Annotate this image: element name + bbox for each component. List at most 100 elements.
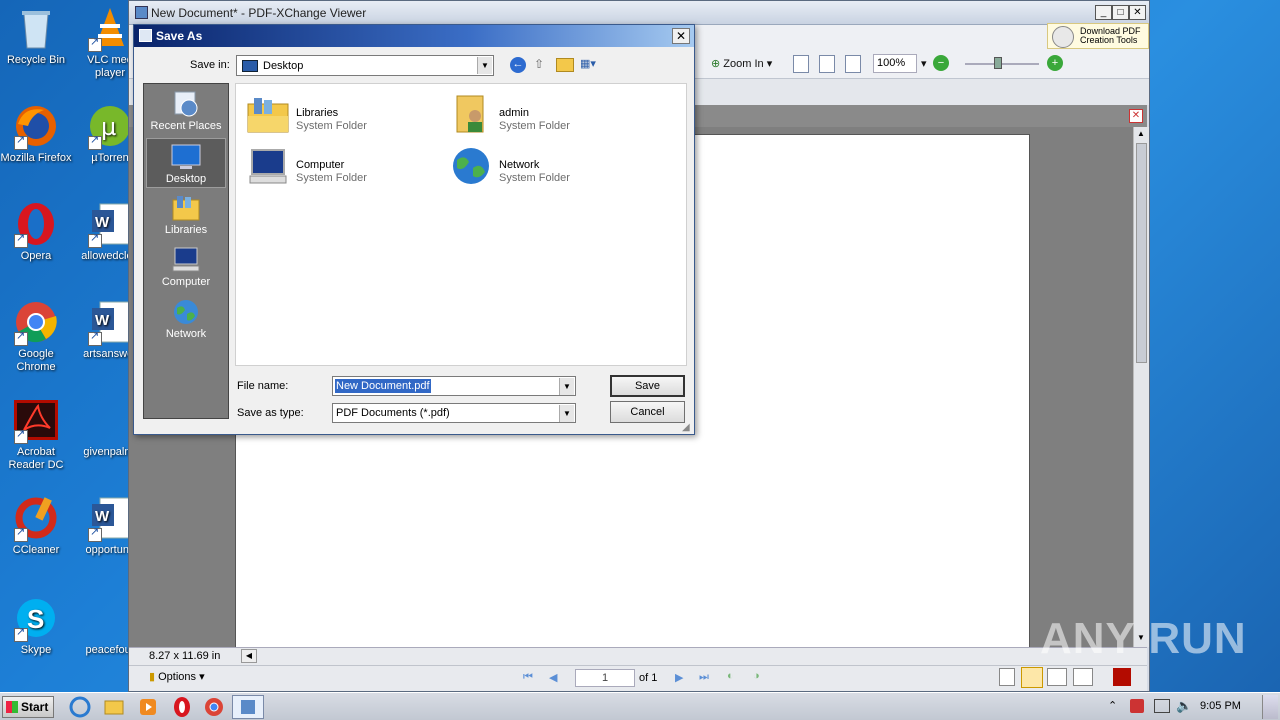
- desktop-icon-recycle-bin[interactable]: Recycle Bin: [0, 6, 72, 67]
- tray-expand-icon[interactable]: ⌃: [1108, 699, 1117, 712]
- maximize-button[interactable]: □: [1112, 5, 1129, 20]
- first-page-icon[interactable]: ⏮: [523, 671, 533, 684]
- tray-volume-icon[interactable]: 🔈: [1176, 698, 1192, 714]
- recent-places-icon: [171, 90, 201, 118]
- up-one-level-icon[interactable]: ⇧: [534, 57, 550, 73]
- word-document-icon: W: [88, 300, 132, 346]
- recycle-bin-icon: [14, 6, 58, 50]
- place-computer[interactable]: Computer: [146, 242, 226, 292]
- single-page-view-icon[interactable]: [999, 668, 1015, 686]
- forward-view-icon[interactable]: ◑: [753, 670, 760, 682]
- blank-file-icon: [88, 398, 132, 442]
- file-item-libraries[interactable]: Libraries System Folder: [240, 90, 420, 136]
- previous-page-icon[interactable]: ◀: [549, 671, 557, 684]
- zoom-slider-thumb[interactable]: [994, 57, 1002, 69]
- skype-icon: S: [14, 596, 58, 642]
- minimize-button[interactable]: _: [1095, 5, 1112, 20]
- network-globe-icon: [449, 146, 493, 186]
- user-folder-icon: [449, 94, 493, 134]
- save-as-type-dropdown[interactable]: PDF Documents (*.pdf) ▼: [332, 403, 576, 423]
- next-page-icon[interactable]: ▶: [675, 671, 683, 684]
- save-in-label: Save in:: [190, 59, 230, 71]
- page-size-readout: 8.27 x 11.69 in: [149, 650, 221, 662]
- viewer-titlebar[interactable]: New Document* - PDF-XChange Viewer _ □ ✕: [129, 1, 1149, 25]
- zoom-out-icon[interactable]: −: [933, 55, 949, 71]
- desktop-icon-firefox[interactable]: Mozilla Firefox: [0, 104, 72, 165]
- scroll-up-icon[interactable]: ▲: [1137, 129, 1145, 138]
- start-button[interactable]: Start: [2, 696, 54, 718]
- svg-text:W: W: [95, 508, 110, 525]
- word-document-icon: W: [88, 496, 132, 542]
- chevron-down-icon[interactable]: ▼: [559, 378, 574, 395]
- dialog-close-button[interactable]: ✕: [672, 28, 690, 44]
- zoom-level-field[interactable]: 100%: [873, 54, 917, 73]
- taskbar-media-player-icon[interactable]: [134, 695, 162, 719]
- desktop-icon: [171, 143, 201, 171]
- desktop-icon-ccleaner[interactable]: CCleaner: [0, 496, 72, 557]
- desktop-icon-opera[interactable]: Opera: [0, 202, 72, 263]
- tray-network-icon[interactable]: [1154, 699, 1170, 713]
- pdf-tool-icon[interactable]: [1113, 668, 1131, 686]
- zoom-slider-track[interactable]: [965, 63, 1039, 65]
- file-item-network[interactable]: Network System Folder: [443, 142, 623, 188]
- save-button[interactable]: Save: [610, 375, 685, 397]
- scrollbar-thumb[interactable]: [1136, 143, 1147, 363]
- libraries-icon: [171, 194, 201, 222]
- opera-icon: [14, 202, 58, 248]
- navigation-bar: ▮ Options ▾ ⏮ ◀ 1 of 1 ▶ ⏭ ◐ ◑: [129, 665, 1147, 691]
- shortcut-arrow-icon: [88, 232, 102, 248]
- last-page-icon[interactable]: ⏭: [699, 671, 709, 684]
- file-item-admin[interactable]: admin System Folder: [443, 90, 623, 136]
- shortcut-arrow-icon: [88, 134, 102, 150]
- shortcut-arrow-icon: [88, 330, 102, 346]
- desktop-icon-acrobat[interactable]: Acrobat Reader DC: [0, 398, 72, 472]
- file-name-input[interactable]: New Document.pdf ▼: [332, 376, 576, 396]
- options-button[interactable]: ▮ Options ▾: [149, 670, 205, 683]
- taskbar-explorer-icon[interactable]: [100, 695, 128, 719]
- file-item-computer[interactable]: Computer System Folder: [240, 142, 420, 188]
- file-name-value: New Document.pdf: [335, 379, 431, 393]
- dialog-titlebar[interactable]: Save As ✕: [134, 25, 694, 47]
- back-view-icon[interactable]: ◐: [727, 670, 734, 682]
- continuous-view-icon[interactable]: [1021, 667, 1043, 688]
- zoom-in-button[interactable]: ⊕ Zoom In ▾: [711, 55, 772, 73]
- tray-security-icon[interactable]: [1130, 699, 1144, 713]
- view-menu-icon[interactable]: ▦▾: [580, 57, 602, 73]
- fit-page-icon[interactable]: [819, 55, 835, 73]
- resize-grip-icon[interactable]: ◢: [682, 422, 690, 433]
- close-document-icon[interactable]: ✕: [1129, 109, 1143, 123]
- viewer-window-title: New Document* - PDF-XChange Viewer: [151, 6, 367, 20]
- new-folder-icon[interactable]: [556, 58, 574, 72]
- fit-width-icon[interactable]: [845, 55, 861, 73]
- zoom-in-plus-icon[interactable]: +: [1047, 55, 1063, 71]
- facing-continuous-view-icon[interactable]: [1073, 668, 1093, 686]
- place-desktop[interactable]: Desktop: [146, 138, 226, 188]
- back-icon[interactable]: ←: [510, 57, 526, 73]
- save-in-dropdown[interactable]: Desktop ▼: [236, 55, 494, 76]
- desktop-icon-chrome[interactable]: Google Chrome: [0, 300, 72, 374]
- actual-size-icon[interactable]: [793, 55, 809, 73]
- shortcut-arrow-icon: [14, 232, 28, 248]
- zoom-dropdown-arrow[interactable]: ▾: [921, 55, 927, 73]
- taskbar-ie-icon[interactable]: [66, 695, 94, 719]
- taskbar-chrome-icon[interactable]: [200, 695, 228, 719]
- taskbar-pdf-viewer-icon[interactable]: [232, 695, 264, 719]
- place-libraries[interactable]: Libraries: [146, 190, 226, 240]
- vertical-scrollbar[interactable]: ▲ ▼: [1133, 127, 1149, 647]
- taskbar-opera-icon[interactable]: [168, 695, 196, 719]
- computer-icon: [171, 246, 201, 274]
- place-recent-places[interactable]: Recent Places: [146, 86, 226, 136]
- desktop-icon-skype[interactable]: S Skype: [0, 596, 72, 657]
- chevron-down-icon: ▼: [559, 405, 574, 422]
- svg-text:S: S: [27, 604, 44, 634]
- facing-view-icon[interactable]: [1047, 668, 1067, 686]
- clock[interactable]: 9:05 PM: [1200, 700, 1241, 712]
- download-creation-tools-banner[interactable]: Download PDF Creation Tools: [1047, 23, 1149, 49]
- current-page-field[interactable]: 1: [575, 669, 635, 687]
- cancel-button[interactable]: Cancel: [610, 401, 685, 423]
- word-document-icon: W: [88, 202, 132, 248]
- place-network[interactable]: Network: [146, 294, 226, 344]
- close-window-button[interactable]: ✕: [1129, 5, 1146, 20]
- show-desktop-button[interactable]: [1262, 695, 1278, 719]
- scroll-left-icon[interactable]: ◀: [241, 649, 257, 663]
